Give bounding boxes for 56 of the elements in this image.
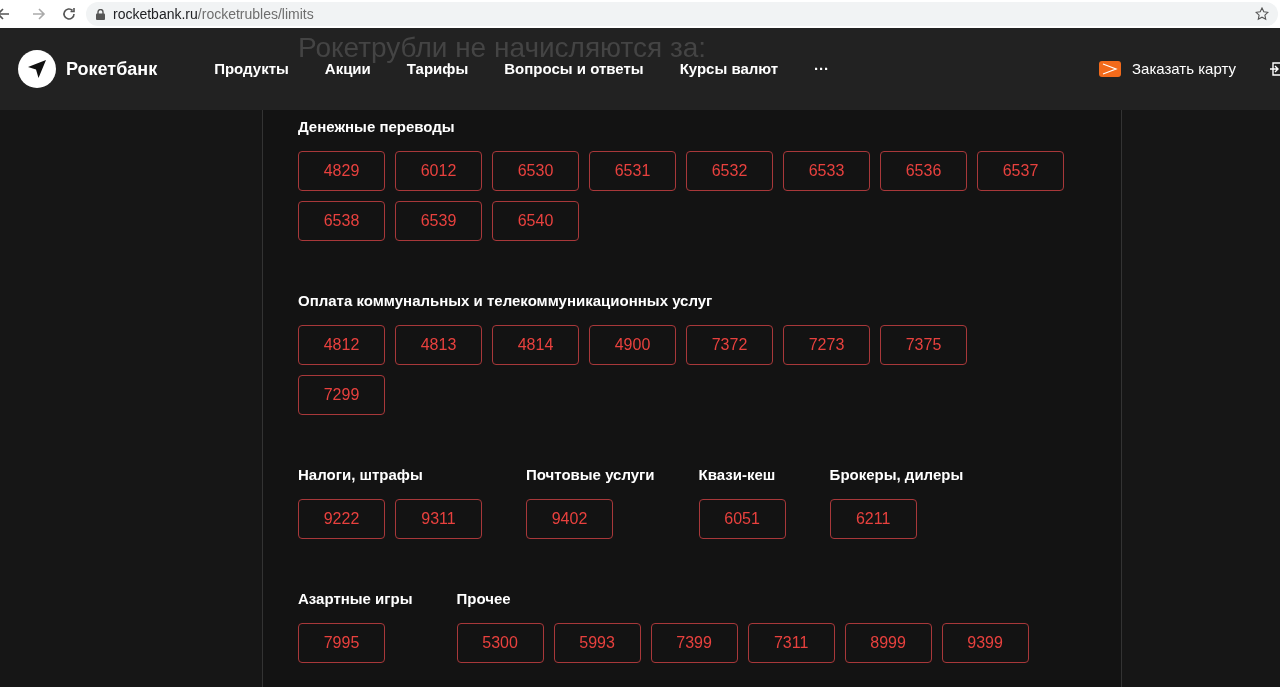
nav-link[interactable]: Тарифы: [406, 57, 469, 81]
order-card-link[interactable]: Заказать карту: [1132, 57, 1236, 81]
section-heading: Денежные переводы: [298, 117, 456, 137]
section-heading: Почтовые услуги: [526, 465, 655, 485]
mcc-code-tag: 4814: [492, 325, 579, 365]
nav-link[interactable]: Продукты: [214, 57, 289, 81]
mcc-code-tag: 6538: [298, 201, 385, 241]
mcc-code-tag: 4829: [298, 151, 385, 191]
mcc-code-tag: 7375: [880, 325, 967, 365]
mcc-code-tag: 4900: [589, 325, 676, 365]
mcc-code-tag: 6539: [395, 201, 482, 241]
mcc-code-tag: 7372: [686, 325, 773, 365]
mcc-code-tag: 9402: [526, 499, 613, 539]
nav-link[interactable]: Курсы валют: [679, 57, 779, 81]
mcc-code-tag: 7311: [747, 623, 835, 663]
section-heading: Оплата коммунальных и телекоммуникационных услуг: [298, 291, 714, 311]
mcc-code-tag: 6533: [783, 151, 870, 191]
nav-link[interactable]: ···: [814, 57, 830, 81]
section-heading: Азартные игры: [298, 589, 413, 609]
nav-link[interactable]: Вопросы и ответы: [504, 57, 644, 81]
mcc-code-tag: 6012: [395, 151, 482, 191]
mcc-code-tag: 6536: [880, 151, 967, 191]
mcc-code-tag: 7399: [650, 623, 738, 663]
mcc-code-tag: 6532: [686, 151, 773, 191]
mcc-code-tag: 6211: [829, 499, 917, 539]
address-bar[interactable]: rocketbank.ru/rocketrubles/limits: [86, 2, 1278, 26]
section-heading: Квази-кеш: [698, 465, 777, 485]
mcc-code-tag: 9399: [941, 623, 1029, 663]
mcc-code-tag: 8999: [844, 623, 932, 663]
mcc-code-tag: 7299: [298, 375, 385, 415]
logo-text[interactable]: Рокетбанк: [66, 55, 158, 83]
card-icon[interactable]: [1099, 61, 1121, 77]
url-text: rocketbank.ru/rocketrubles/limits: [113, 4, 314, 24]
reload-icon[interactable]: [62, 7, 76, 21]
back-icon[interactable]: [0, 7, 10, 21]
mcc-code-tag: 7995: [298, 623, 385, 663]
section-heading: Прочее: [456, 589, 512, 609]
mcc-code-tag: 7273: [783, 325, 870, 365]
mcc-code-tag: 5300: [456, 623, 544, 663]
mcc-code-tag: 4813: [395, 325, 482, 365]
mcc-code-tag: 5993: [553, 623, 641, 663]
section-heading: Налоги, штрафы: [298, 465, 424, 485]
mcc-code-tag: 6540: [492, 201, 579, 241]
star-icon[interactable]: [1255, 7, 1269, 21]
mcc-code-tag: 6051: [698, 499, 786, 539]
mcc-code-tag: 6537: [977, 151, 1064, 191]
mcc-code-tag: 6531: [589, 151, 676, 191]
lock-icon: [96, 8, 105, 20]
mcc-code-tag: 4812: [298, 325, 385, 365]
section-heading: Брокеры, дилеры: [829, 465, 964, 485]
rocket-logo-icon[interactable]: [18, 50, 56, 88]
mcc-code-tag: 9311: [395, 499, 482, 539]
mcc-code-tag: 6530: [492, 151, 579, 191]
nav-link[interactable]: Акции: [324, 57, 371, 81]
login-icon[interactable]: [1270, 61, 1280, 77]
mcc-code-tag: 9222: [298, 499, 385, 539]
